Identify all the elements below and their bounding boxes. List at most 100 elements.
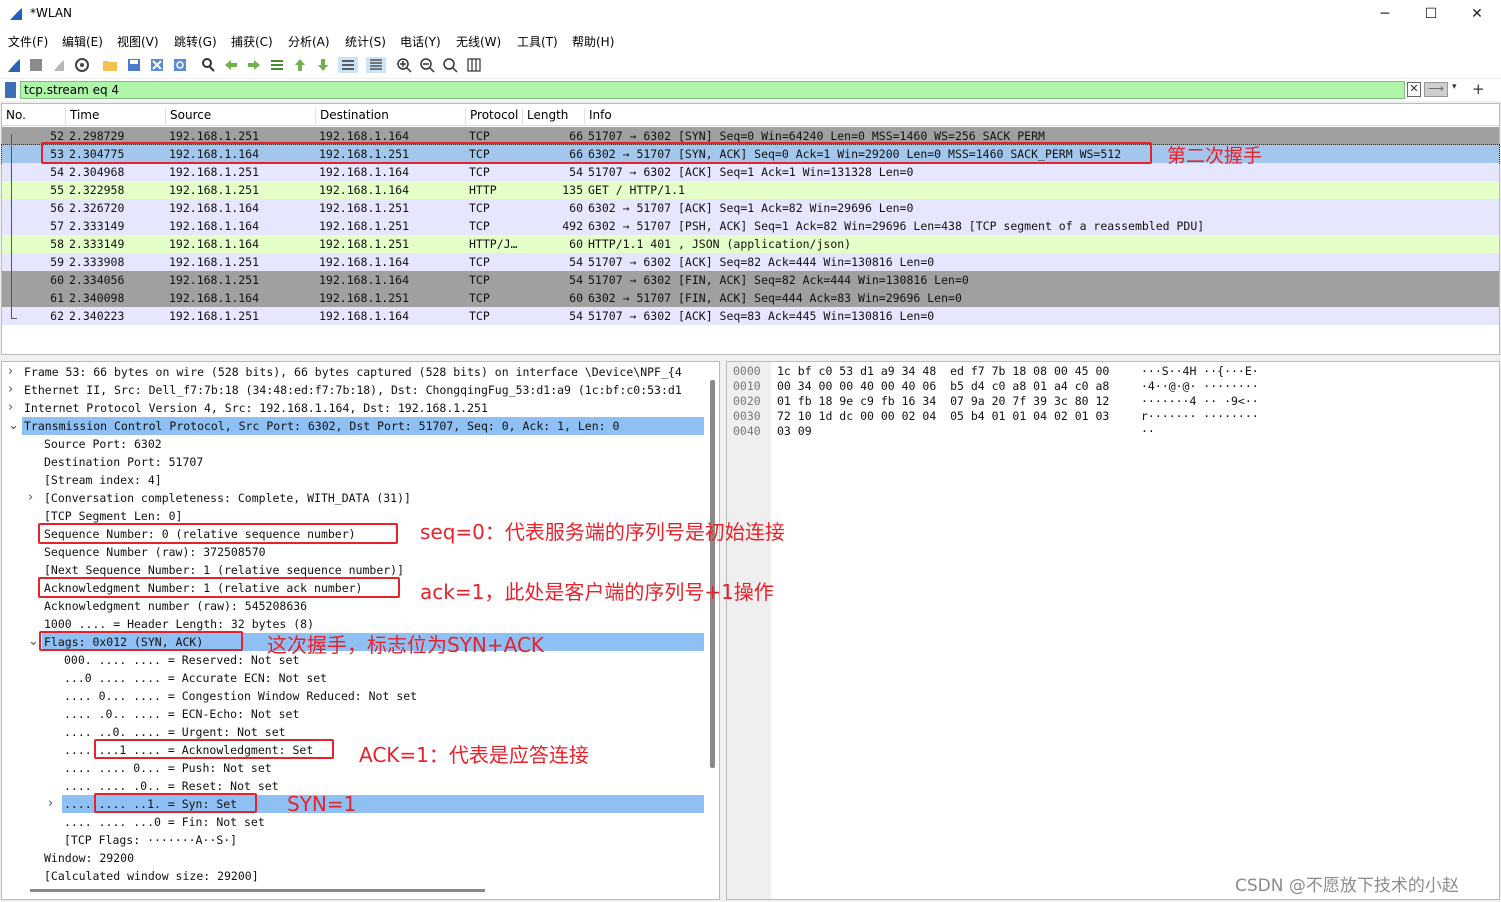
detail-line[interactable]: ...0 .... .... = Accurate ECN: Not set bbox=[64, 671, 327, 689]
packet-row[interactable]: 56 2.326720 192.168.1.164 192.168.1.251 TCP 6… bbox=[2, 199, 1499, 217]
close-file-icon[interactable] bbox=[149, 57, 165, 73]
detail-line[interactable]: 000. .... .... = Reserved: Not set bbox=[64, 653, 299, 671]
reload-icon[interactable] bbox=[172, 57, 188, 73]
column-time[interactable]: Time bbox=[66, 108, 166, 126]
maximize-button[interactable]: ☐ bbox=[1408, 0, 1454, 29]
detail-line[interactable]: Window: 29200 bbox=[44, 851, 134, 869]
expand-arrow-icon[interactable]: › bbox=[8, 400, 13, 415]
open-folder-icon[interactable] bbox=[102, 57, 118, 73]
menu-file[interactable]: 文件(F) bbox=[8, 33, 48, 50]
column-no[interactable]: No. bbox=[2, 108, 66, 126]
detail-line[interactable]: .... .0.. .... = ECN-Echo: Not set bbox=[64, 707, 299, 725]
detail-line[interactable]: [TCP Flags: ·······A··S·] bbox=[64, 833, 237, 851]
menu-view[interactable]: 视图(V) bbox=[117, 33, 159, 50]
detail-line[interactable]: Destination Port: 51707 bbox=[44, 455, 203, 473]
hex-ascii[interactable]: ·· bbox=[1141, 424, 1155, 438]
go-forward-icon[interactable] bbox=[246, 57, 262, 73]
hex-ascii[interactable]: r······· ········ bbox=[1141, 409, 1259, 423]
menu-analyze[interactable]: 分析(A) bbox=[288, 33, 330, 50]
restart-icon[interactable] bbox=[51, 57, 67, 73]
zoom-out-icon[interactable] bbox=[419, 57, 435, 73]
menu-capture[interactable]: 捕获(C) bbox=[231, 33, 273, 50]
expand-arrow-icon[interactable]: › bbox=[8, 382, 13, 397]
detail-line[interactable]: Source Port: 6302 bbox=[44, 437, 162, 455]
resize-columns-icon[interactable] bbox=[466, 57, 482, 73]
find-icon[interactable] bbox=[200, 57, 216, 73]
packet-row[interactable]: 58 2.333149 192.168.1.164 192.168.1.251 HTTP… bbox=[2, 235, 1499, 253]
detail-line[interactable]: [Stream index: 4] bbox=[44, 473, 162, 491]
hex-bytes[interactable]: 01 fb 18 9e c9 fb 16 34 07 9a 20 7f 39 3… bbox=[777, 394, 1109, 408]
menu-go[interactable]: 跳转(G) bbox=[174, 33, 217, 50]
detail-line[interactable]: .... 0... .... = Congestion Window Reduc… bbox=[64, 689, 417, 707]
zoom-in-icon[interactable] bbox=[396, 57, 412, 73]
packet-row[interactable]: 55 2.322958 192.168.1.251 192.168.1.164 HTTP… bbox=[2, 181, 1499, 199]
packet-cell-info: HTTP/1.1 401 , JSON (application/json) bbox=[588, 237, 852, 251]
expand-arrow-icon[interactable]: › bbox=[8, 364, 13, 379]
hex-ascii[interactable]: ···S··4H ··{···E· bbox=[1141, 364, 1259, 378]
collapse-arrow-icon[interactable]: ⌄ bbox=[28, 634, 39, 649]
menu-help[interactable]: 帮助(H) bbox=[572, 33, 614, 50]
column-length[interactable]: Length bbox=[523, 108, 585, 126]
detail-line[interactable]: Ethernet II, Src: Dell_f7:7b:18 (34:48:e… bbox=[24, 383, 682, 401]
details-vertical-scrollbar[interactable] bbox=[710, 380, 715, 768]
filter-history-dropdown[interactable]: ▾ bbox=[1452, 82, 1457, 92]
menu-wireless[interactable]: 无线(W) bbox=[456, 33, 501, 50]
add-filter-button[interactable]: + bbox=[1472, 80, 1485, 98]
packet-cell-info: 51707 → 6302 [ACK] Seq=1 Ack=1 Win=13132… bbox=[588, 165, 914, 179]
detail-line[interactable]: [Conversation completeness: Complete, WI… bbox=[44, 491, 411, 509]
zoom-reset-icon[interactable] bbox=[442, 57, 458, 73]
expand-arrow-icon[interactable]: › bbox=[28, 490, 33, 505]
save-icon[interactable] bbox=[126, 57, 142, 73]
hex-ascii[interactable]: ·4··@·@· ········ bbox=[1141, 379, 1259, 393]
packet-row[interactable]: 60 2.334056 192.168.1.251 192.168.1.164 TCP 5… bbox=[2, 271, 1499, 289]
minimize-button[interactable]: ─ bbox=[1362, 0, 1408, 29]
column-source[interactable]: Source bbox=[166, 108, 316, 126]
detail-line[interactable]: [Calculated window size: 29200] bbox=[44, 869, 259, 887]
packet-row[interactable]: 54 2.304968 192.168.1.251 192.168.1.164 TCP 5… bbox=[2, 163, 1499, 181]
clear-filter-button[interactable]: ✕ bbox=[1407, 82, 1421, 97]
packet-bytes-pane[interactable]: 0000 1c bf c0 53 d1 a9 34 48 ed f7 7b 18 … bbox=[726, 361, 1500, 900]
apply-filter-button[interactable]: ⟶ bbox=[1424, 82, 1448, 97]
menu-statistics[interactable]: 统计(S) bbox=[345, 33, 386, 50]
display-filter-input[interactable]: tcp.stream eq 4 bbox=[20, 81, 1405, 99]
menu-tools[interactable]: 工具(T) bbox=[517, 33, 558, 50]
packet-row[interactable]: 57 2.333149 192.168.1.164 192.168.1.251 TCP 4… bbox=[2, 217, 1499, 235]
menu-edit[interactable]: 编辑(E) bbox=[62, 33, 103, 50]
shark-fin-start-icon[interactable] bbox=[6, 57, 22, 73]
hex-bytes[interactable]: 72 10 1d dc 00 00 02 04 05 b4 01 01 04 0… bbox=[777, 409, 1109, 423]
hex-bytes[interactable]: 1c bf c0 53 d1 a9 34 48 ed f7 7b 18 08 0… bbox=[777, 364, 1109, 378]
column-protocol[interactable]: Protocol bbox=[466, 108, 523, 126]
detail-line[interactable]: Frame 53: 66 bytes on wire (528 bits), 6… bbox=[24, 365, 682, 383]
packet-row[interactable]: 62 2.340223 192.168.1.251 192.168.1.164 TCP 5… bbox=[2, 307, 1499, 325]
expand-arrow-icon[interactable]: › bbox=[48, 796, 53, 811]
capture-options-icon[interactable] bbox=[74, 57, 90, 73]
detail-line[interactable]: .... .... ...0 = Fin: Not set bbox=[64, 815, 265, 833]
close-button[interactable]: ✕ bbox=[1454, 0, 1500, 29]
hex-ascii[interactable]: ·······4 ·· ·9<·· bbox=[1141, 394, 1259, 408]
detail-line[interactable]: .... .... 0... = Push: Not set bbox=[64, 761, 272, 779]
detail-line[interactable]: Transmission Control Protocol, Src Port:… bbox=[24, 419, 619, 437]
packet-cell-time: 2.333908 bbox=[69, 255, 125, 269]
stop-icon[interactable] bbox=[28, 57, 44, 73]
column-destination[interactable]: Destination bbox=[316, 108, 466, 126]
detail-line[interactable]: Sequence Number (raw): 372508570 bbox=[44, 545, 266, 563]
autoscroll-icon[interactable] bbox=[338, 57, 358, 73]
packet-list[interactable]: No. Time Source Destination Protocol Len… bbox=[1, 103, 1500, 355]
packet-row[interactable]: 61 2.340098 192.168.1.164 192.168.1.251 TCP 6… bbox=[2, 289, 1499, 307]
packet-row[interactable]: 59 2.333908 192.168.1.251 192.168.1.164 TCP 5… bbox=[2, 253, 1499, 271]
go-to-packet-icon[interactable] bbox=[269, 57, 285, 73]
details-horizontal-scrollbar[interactable] bbox=[30, 889, 485, 892]
bookmark-icon[interactable] bbox=[5, 82, 16, 98]
packet-cell-time: 2.326720 bbox=[69, 201, 125, 215]
go-back-icon[interactable] bbox=[223, 57, 239, 73]
go-first-icon[interactable] bbox=[292, 57, 308, 73]
menu-telephony[interactable]: 电话(Y) bbox=[400, 33, 441, 50]
detail-line[interactable]: Acknowledgment number (raw): 545208636 bbox=[44, 599, 307, 617]
colorize-icon[interactable] bbox=[366, 57, 386, 73]
hex-bytes[interactable]: 00 34 00 00 40 00 40 06 b5 d4 c0 a8 01 a… bbox=[777, 379, 1109, 393]
related-packets-bracket bbox=[11, 134, 17, 319]
hex-bytes[interactable]: 03 09 bbox=[777, 424, 812, 438]
collapse-arrow-icon[interactable]: ⌄ bbox=[8, 418, 19, 433]
go-last-icon[interactable] bbox=[315, 57, 331, 73]
column-info[interactable]: Info bbox=[585, 108, 1485, 126]
